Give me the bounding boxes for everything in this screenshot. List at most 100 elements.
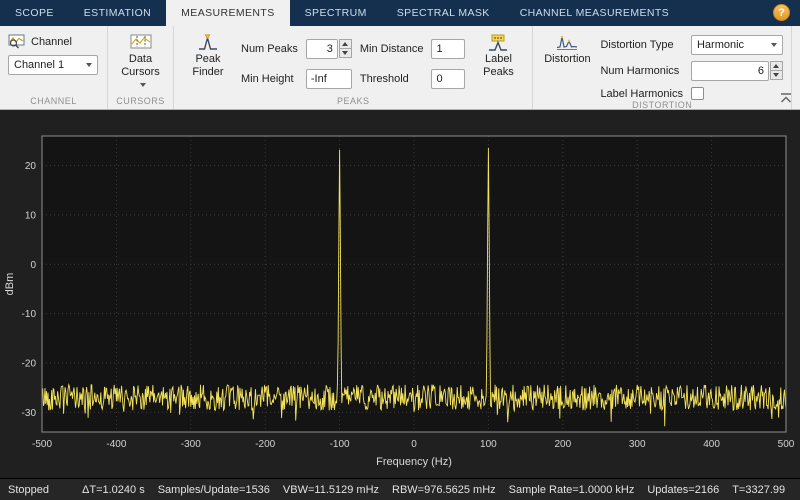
peaks-fields: Num Peaks 3 Min Distance 1 Min Height -Inf Thr… [241, 39, 466, 89]
num-harmonics-input[interactable]: 6 [690, 61, 783, 81]
distortion-fields: Distortion Type Harmonic Num Harmonics 6… [600, 35, 783, 100]
min-height-label: Min Height [241, 73, 294, 85]
label-peaks-icon [488, 34, 508, 51]
distortion-icon [556, 34, 578, 51]
status-items: ΔT=1.0240 s Samples/Update=1536 VBW=11.512… [82, 484, 798, 496]
peaks-section-caption: PEAKS [336, 96, 370, 106]
status-state: Stopped [8, 483, 49, 496]
tab-estimation[interactable]: ESTIMATION [69, 0, 166, 26]
arrow-up-icon [342, 42, 349, 46]
arrow-down-icon [342, 51, 349, 55]
tab-spectrum[interactable]: SPECTRUM [290, 0, 382, 26]
help-button[interactable]: ? [773, 4, 790, 21]
num-peaks-input[interactable]: 3 [305, 39, 352, 59]
chevron-down-icon [86, 63, 92, 67]
distortion-type-value: Harmonic [696, 39, 745, 51]
collapse-toolstrip-button[interactable] [779, 92, 793, 104]
channel-select[interactable]: Channel 1 [8, 55, 98, 75]
channel-section-caption: CHANNEL [30, 96, 77, 106]
svg-text:200: 200 [554, 439, 571, 450]
status-item: Updates=2166 [647, 483, 720, 496]
channel-icon [8, 34, 25, 49]
label-harmonics-checkbox[interactable] [690, 87, 704, 100]
spinner-down-button[interactable] [338, 48, 352, 58]
channel-select-value: Channel 1 [14, 59, 65, 71]
svg-text:dBm: dBm [4, 273, 16, 296]
min-height-input[interactable]: -Inf [305, 69, 352, 89]
data-cursors-icon [130, 34, 152, 51]
label-harmonics-label: Label Harmonics [600, 87, 683, 100]
channel-label: Channel [31, 35, 72, 48]
distortion-button[interactable]: Distortion [541, 31, 593, 69]
svg-text:10: 10 [25, 210, 37, 221]
num-harmonics-value: 6 [690, 61, 769, 81]
label-peaks-label: Label Peaks [483, 53, 514, 78]
svg-text:-10: -10 [22, 309, 37, 320]
ribbon-spacer [780, 26, 800, 109]
status-item: Sample Rate=1.0000 kHz [508, 483, 635, 496]
svg-text:-20: -20 [22, 358, 37, 369]
status-item: Samples/Update=1536 [157, 483, 270, 496]
svg-text:400: 400 [703, 439, 720, 450]
min-distance-label: Min Distance [359, 43, 424, 55]
channel-section: Channel Channel 1 CHANNEL [0, 26, 108, 109]
spectrum-analyzer-window: SCOPE ESTIMATION MEASUREMENTS SPECTRUM SPECT… [0, 0, 800, 500]
chevron-down-icon [770, 43, 777, 47]
svg-text:Frequency (Hz): Frequency (Hz) [376, 456, 452, 468]
distortion-type-select[interactable]: Harmonic [690, 35, 783, 55]
tab-bar-tabs: SCOPE ESTIMATION MEASUREMENTS SPECTRUM SPECT… [0, 0, 684, 26]
plot-area: -500 -400 -300 -200 -100 0 100 200 300 400 500 -30-… [0, 110, 800, 478]
spectrum-chart: -500 -400 -300 -200 -100 0 100 200 300 400 500-30-… [4, 135, 795, 468]
tab-spectral-mask[interactable]: SPECTRAL MASK [382, 0, 505, 26]
status-item: VBW=11.5129 mHz [282, 483, 380, 496]
chevron-down-icon [140, 83, 146, 88]
data-cursors-label: Data Cursors [117, 53, 164, 92]
num-peaks-value: 3 [305, 39, 338, 59]
channel-label-row: Channel [8, 34, 99, 49]
peak-finder-button[interactable]: Peak Finder [182, 31, 234, 82]
question-icon: ? [778, 6, 785, 19]
distortion-type-label: Distortion Type [600, 39, 674, 51]
status-item: T=3327.99 [732, 483, 786, 496]
tab-channel-measurements[interactable]: CHANNEL MEASUREMENTS [505, 0, 684, 26]
svg-text:0: 0 [30, 260, 36, 271]
threshold-value: 0 [431, 69, 466, 89]
tab-measurements[interactable]: MEASUREMENTS [166, 0, 290, 26]
arrow-down-icon [773, 73, 780, 77]
cursors-section-caption: CURSORS [116, 96, 165, 106]
num-harmonics-label: Num Harmonics [600, 65, 680, 77]
arrow-up-icon [773, 64, 780, 68]
spinner-down-button[interactable] [769, 70, 783, 80]
svg-text:0: 0 [411, 439, 417, 450]
status-item: RBW=976.5625 mHz [392, 483, 496, 496]
distortion-section: Distortion Distortion Type Harmonic Num … [533, 26, 792, 110]
num-peaks-spinner [338, 39, 352, 59]
svg-text:20: 20 [25, 161, 37, 172]
min-distance-value: 1 [431, 39, 466, 59]
svg-text:300: 300 [629, 439, 646, 450]
num-harmonics-spinner [769, 61, 783, 81]
label-peaks-button[interactable]: Label Peaks [472, 31, 524, 82]
svg-text:-300: -300 [181, 439, 201, 450]
svg-text:-200: -200 [255, 439, 275, 450]
svg-text:-100: -100 [330, 439, 350, 450]
svg-text:-30: -30 [22, 408, 37, 419]
svg-text:500: 500 [778, 439, 795, 450]
cursors-section: Data Cursors CURSORS [108, 26, 174, 109]
status-bar: Stopped ΔT=1.0240 s Samples/Update=1536 VB… [0, 478, 800, 500]
svg-text:100: 100 [480, 439, 497, 450]
num-peaks-label: Num Peaks [241, 43, 298, 55]
tab-scope[interactable]: SCOPE [0, 0, 69, 26]
tab-bar: SCOPE ESTIMATION MEASUREMENTS SPECTRUM SPECT… [0, 0, 800, 26]
threshold-input[interactable]: 0 [431, 69, 466, 89]
svg-text:-400: -400 [106, 439, 126, 450]
distortion-label: Distortion [544, 53, 591, 65]
status-item: ΔT=1.0240 s [82, 483, 145, 496]
peak-finder-icon [198, 34, 218, 51]
min-distance-input[interactable]: 1 [431, 39, 466, 59]
min-height-value: -Inf [305, 69, 352, 89]
svg-text:-500: -500 [32, 439, 52, 450]
data-cursors-button[interactable]: Data Cursors [116, 31, 165, 95]
peaks-section: Peak Finder Num Peaks 3 Min Distance 1 Min H… [174, 26, 534, 109]
toolstrip: Channel Channel 1 CHANNEL Data Cursors C… [0, 26, 800, 110]
